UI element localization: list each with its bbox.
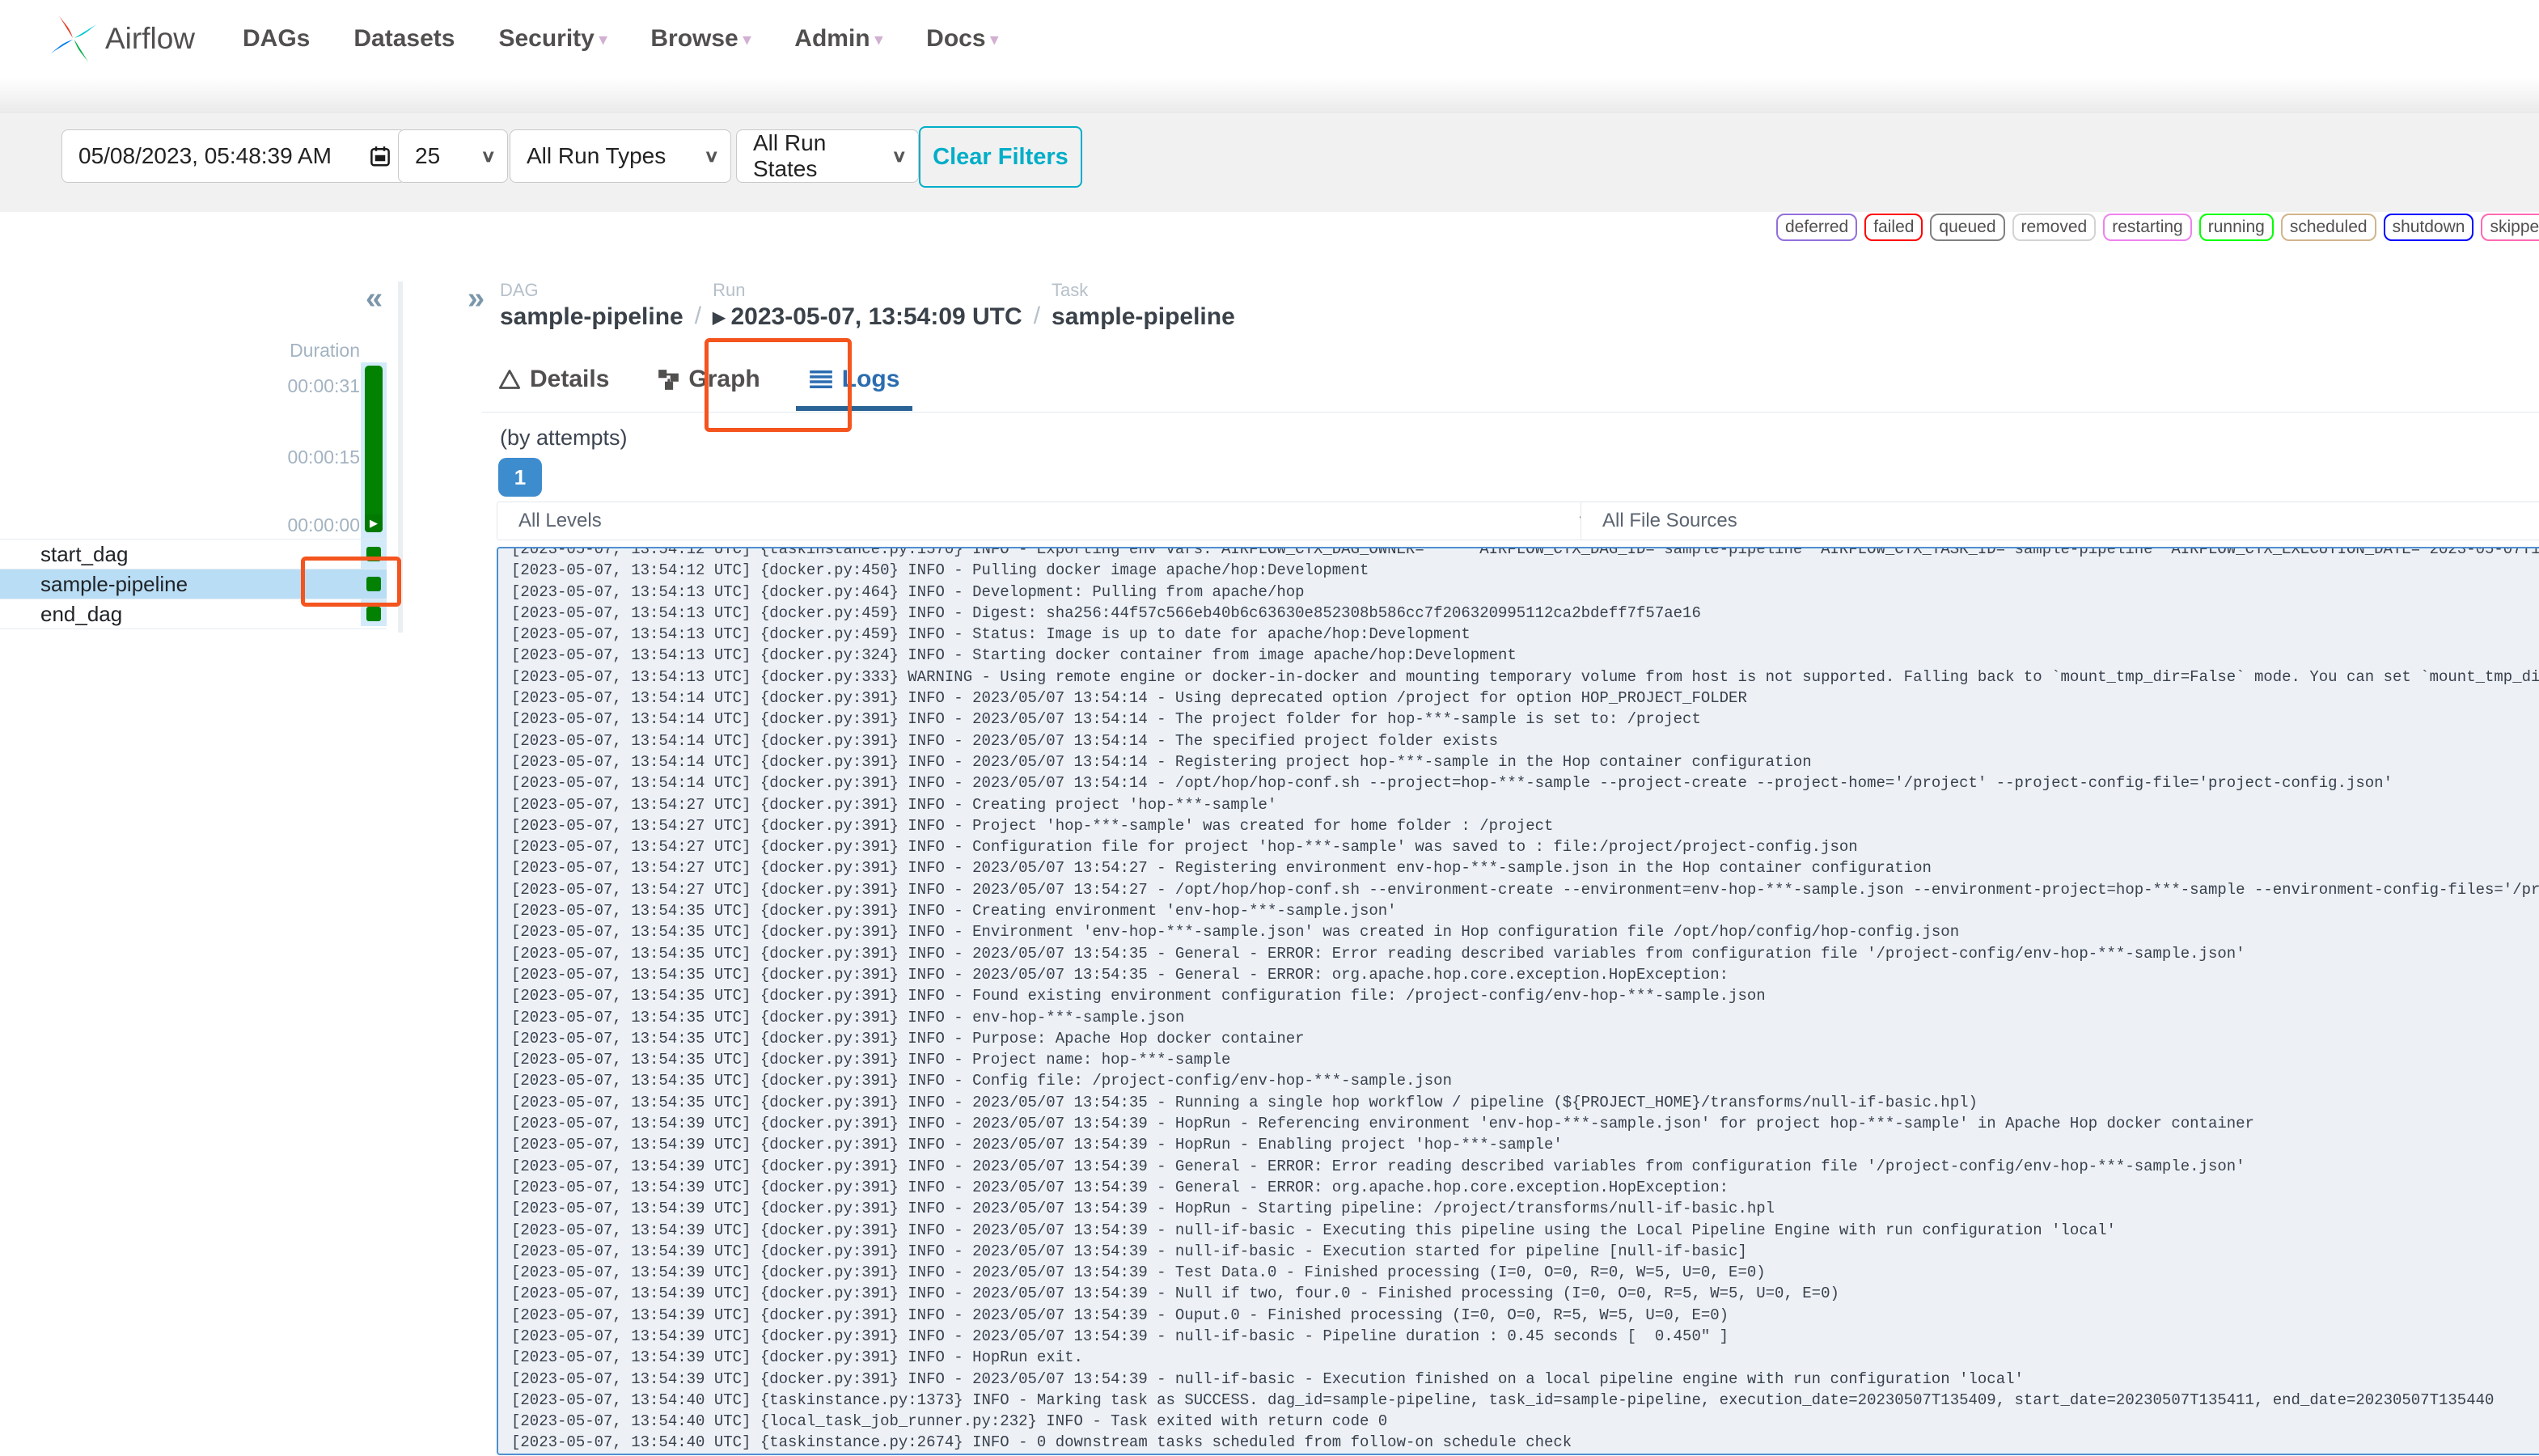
tab-details[interactable]: Details	[485, 354, 622, 411]
state-badge[interactable]: running	[2198, 214, 2274, 241]
state-badge[interactable]: deferred	[1776, 214, 1858, 241]
breadcrumb-dag-label: DAG	[500, 280, 539, 300]
task-name: end_dag	[40, 601, 123, 626]
chevron-down-icon: ▾	[990, 32, 999, 49]
chevron-down-icon: ▾	[874, 32, 883, 49]
subnav-gradient	[0, 78, 2539, 113]
clear-filters-button[interactable]: Clear Filters	[919, 126, 1082, 188]
base-date-input[interactable]: 05/08/2023, 05:48:39 AM	[61, 129, 406, 183]
chevron-down-icon: ▾	[599, 32, 607, 49]
nav-menu-item[interactable]: Docs ▾	[926, 25, 998, 53]
task-name: sample-pipeline	[40, 571, 188, 596]
nav-menu-item[interactable]: Datasets▾	[353, 25, 455, 53]
breadcrumb-dag[interactable]: DAG sample-pipeline	[500, 280, 683, 331]
breadcrumb-run[interactable]: Run ▶ 2023-05-07, 13:54:09 UTC	[713, 280, 1022, 331]
state-badge[interactable]: skipped	[2481, 214, 2539, 241]
breadcrumb-separator: /	[694, 303, 702, 329]
attempt-1-button[interactable]: 1	[498, 458, 542, 497]
breadcrumb-task[interactable]: Task sample-pipeline	[1052, 280, 1235, 331]
page-size-select[interactable]: 25 ∨	[398, 129, 508, 183]
breadcrumb-separator: /	[1033, 303, 1041, 329]
nav-menu-item[interactable]: Browse ▾	[650, 25, 751, 53]
file-source-select[interactable]: All File Sources	[1581, 502, 2539, 540]
base-date-value: 05/08/2023, 05:48:39 AM	[78, 143, 332, 168]
tab-logs[interactable]: Logs	[795, 354, 913, 411]
task-name: start_dag	[40, 541, 129, 566]
task-status-square[interactable]	[366, 607, 381, 621]
graph-icon	[658, 369, 679, 390]
brand-name: Airflow	[105, 22, 196, 55]
run-states-value: All Run States	[753, 130, 827, 181]
file-source-value: All File Sources	[1602, 510, 1737, 531]
logs-icon	[809, 370, 832, 388]
collapse-panel-icon[interactable]: «	[366, 281, 383, 316]
details-icon	[498, 370, 521, 389]
top-nav: Airflow DAGs▾ Datasets▾ Security▾ Browse…	[0, 0, 2539, 78]
state-badge[interactable]: queued	[1930, 214, 2005, 241]
duration-tick: 00:00:00	[287, 514, 360, 535]
chevron-down-icon: ▾	[743, 32, 751, 49]
expand-panel-icon[interactable]: »	[468, 281, 485, 316]
task-status-square[interactable]	[366, 577, 381, 591]
breadcrumb-task-value[interactable]: sample-pipeline	[1052, 303, 1235, 331]
duration-tick: 00:00:31	[287, 375, 360, 396]
state-badge[interactable]: scheduled	[2280, 214, 2376, 241]
breadcrumb-task-label: Task	[1052, 280, 1089, 300]
run-state-marker[interactable]: ▶	[365, 514, 383, 532]
airflow-page: Airflow DAGs▾ Datasets▾ Security▾ Browse…	[0, 0, 2539, 1456]
chevron-down-icon: ∨	[703, 146, 719, 166]
calendar-icon[interactable]	[368, 144, 392, 168]
state-badge[interactable]: shutdown	[2383, 214, 2474, 241]
duration-tick: 00:00:15	[287, 447, 360, 468]
log-lines: [2023-05-07, 13:54:12 UTC] {taskinstance…	[511, 547, 2539, 1452]
nav-menu-item[interactable]: DAGs▾	[243, 25, 310, 53]
nav-menu: DAGs▾ Datasets▾ Security▾ Browse▾ Admin▾…	[243, 0, 998, 78]
play-icon: ▶	[713, 308, 726, 327]
breadcrumb: DAG sample-pipeline / Run ▶ 2023-05-07, 1…	[500, 280, 1235, 331]
breadcrumb-run-label: Run	[713, 280, 746, 300]
run-states-select[interactable]: All Run States ∨	[736, 129, 919, 183]
run-duration-bar[interactable]	[365, 366, 383, 532]
run-types-value: All Run Types	[527, 143, 666, 168]
task-row[interactable]: end_dag	[0, 599, 387, 629]
panel-divider[interactable]	[398, 281, 403, 633]
state-badge[interactable]: removed	[2012, 214, 2097, 241]
tab-graph[interactable]: Graph	[645, 354, 772, 411]
play-icon: ▶	[370, 517, 378, 529]
nav-menu-item[interactable]: Security ▾	[498, 25, 607, 53]
log-output-box[interactable]: [2023-05-07, 13:54:12 UTC] {taskinstance…	[497, 547, 2539, 1455]
task-list: start_dag sample-pipeline end_dag	[0, 539, 387, 629]
state-legend: deferred failed queued removed restartin…	[1776, 214, 2539, 241]
log-level-select[interactable]: All Levels ∨	[497, 502, 1613, 540]
run-types-select[interactable]: All Run Types ∨	[510, 129, 731, 183]
page-size-value: 25	[415, 143, 441, 168]
nav-menu-item[interactable]: Admin ▾	[794, 25, 882, 53]
airflow-logo-icon	[49, 15, 98, 63]
by-attempts-label: (by attempts)	[500, 425, 628, 450]
state-badge[interactable]: failed	[1864, 214, 1923, 241]
breadcrumb-run-value[interactable]: 2023-05-07, 13:54:09 UTC	[730, 303, 1022, 331]
log-level-value: All Levels	[518, 510, 602, 531]
detail-tabs: Details Graph Logs	[485, 354, 913, 411]
chevron-down-icon: ∨	[891, 146, 907, 166]
state-badge[interactable]: restarting	[2103, 214, 2192, 241]
duration-axis-label: Duration	[290, 340, 360, 361]
chevron-down-icon: ∨	[480, 146, 496, 166]
task-row[interactable]: sample-pipeline	[0, 569, 387, 599]
tabs-bottom-border	[482, 412, 2539, 413]
task-row[interactable]: start_dag	[0, 539, 387, 569]
task-status-square[interactable]	[366, 547, 381, 561]
breadcrumb-dag-value[interactable]: sample-pipeline	[500, 303, 683, 331]
